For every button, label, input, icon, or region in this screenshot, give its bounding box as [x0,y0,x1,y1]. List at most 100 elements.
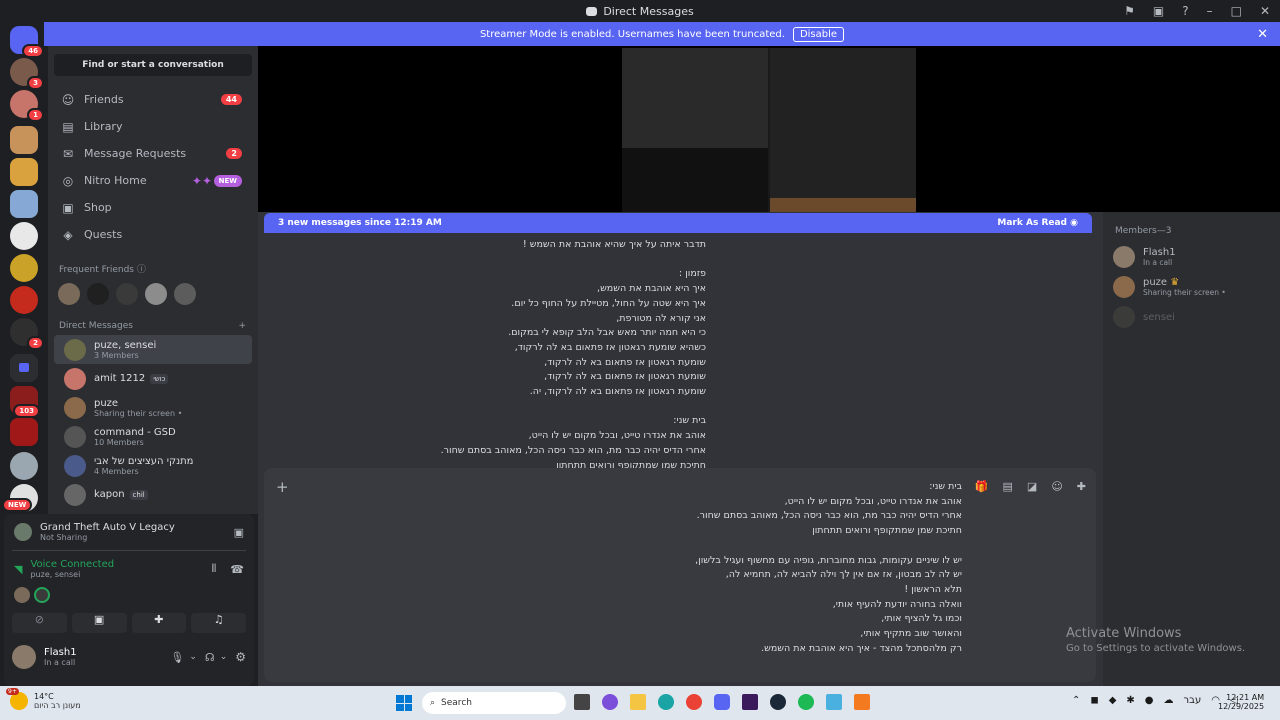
cloud-icon[interactable]: ☁ [1164,695,1174,706]
headphones-icon[interactable]: ☊ [205,651,215,664]
gif-icon[interactable]: ▤ [1003,480,1013,493]
member-avatar [1113,246,1135,268]
chevron-down-icon[interactable]: ⌄ [220,652,228,662]
server-icon-8[interactable]: 103 [10,386,40,418]
nav-library[interactable]: ▤ Library [48,113,258,140]
message-composer[interactable]: + 🎁 ▤ ◪ ☺ ✚ [264,468,1096,682]
disconnect-icon[interactable]: ☎ [230,563,244,576]
minimize-button[interactable]: – [1207,4,1213,18]
soundboard-button[interactable]: ♫ [191,613,246,633]
dm-avatar-1[interactable]: 3 [10,58,44,90]
server-icon-1[interactable] [10,126,38,154]
new-messages-bar[interactable]: 3 new messages since 12:19 AM Mark As Re… [264,213,1092,233]
member-item[interactable]: Flash1 In a call [1103,242,1280,272]
nav-shop[interactable]: ▣ Shop [48,194,258,221]
dm-item[interactable]: kapon chil [54,480,252,509]
member-name: puze [1143,277,1168,288]
chrome-icon[interactable] [686,694,702,710]
dm-item[interactable]: מתנקי העציצים של אבי 4 Members [54,451,252,480]
copilot-icon[interactable] [602,694,618,710]
folder-icon[interactable] [10,354,38,382]
participant-avatar[interactable] [14,587,30,603]
friends-icon: ☺ [61,92,75,107]
voice-status[interactable]: Voice Connected [30,559,114,570]
server-icon-3[interactable] [10,190,38,218]
message-line: אחרי הדיס יהיה כבר מת, הוא כבר ניסה הכל,… [440,444,706,456]
language-indicator[interactable]: עבר [1184,695,1202,706]
task-view-icon[interactable] [574,694,590,710]
mic-icon[interactable]: 🎙 [170,651,184,664]
server-icon-4[interactable] [10,222,38,250]
next-icon[interactable] [742,694,758,710]
dm-item[interactable]: puze Sharing their screen • [54,393,252,422]
server-icon-11[interactable]: NEW [2,484,38,512]
tray-app-icon[interactable]: ◼ [1090,695,1098,706]
server-icon-5[interactable] [10,254,38,282]
weather-widget[interactable]: 9+ 14°C מעונן רב היום [6,688,81,710]
settings-gear-icon[interactable]: ⚙ [235,650,246,664]
apps-icon[interactable]: ✚ [1077,480,1086,493]
attach-plus-icon[interactable]: + [276,478,289,496]
nav-friends[interactable]: ☺ Friends 44 [48,86,258,113]
inbox-icon[interactable]: ⚑ [1124,4,1135,18]
server-icon-9[interactable] [10,418,38,446]
sticker-icon[interactable]: ◪ [1027,480,1037,493]
server-icon-2[interactable] [10,158,38,186]
tray-color-icon[interactable]: ◆ [1109,695,1117,706]
user-avatar[interactable] [12,645,36,669]
friend-avatar[interactable] [87,283,109,305]
stream-view[interactable] [258,46,1280,212]
screen-share-button[interactable]: ▣ [71,613,127,633]
server-icon-10[interactable] [10,452,38,480]
gift-icon[interactable]: 🎁 [975,480,989,493]
nav-quests[interactable]: ◈ Quests [48,221,258,248]
help-icon[interactable]: ? [1182,4,1188,18]
orange-app-icon[interactable] [854,694,870,710]
camera-button[interactable]: ⊘ [12,613,67,633]
bluetooth-icon[interactable]: ✱ [1126,695,1134,706]
find-conversation-button[interactable]: Find or start a conversation [54,54,252,76]
close-window-button[interactable]: ✕ [1260,4,1270,18]
member-item[interactable]: sensei [1103,302,1280,332]
emoji-icon[interactable]: ☺ [1051,480,1062,493]
dm-item[interactable]: command - GSD 10 Members [54,422,252,451]
start-button[interactable] [396,695,412,711]
clock[interactable]: 12:21 AM 12/29/2025 [1218,693,1264,711]
spotify-icon[interactable] [798,694,814,710]
taskbar-search[interactable]: ⌕ Search [422,692,566,714]
screen-icon[interactable]: ▣ [1153,4,1164,18]
participant-avatar[interactable] [34,587,50,603]
nav-message-requests[interactable]: ✉ Message Requests 2 [48,140,258,167]
server-icon-7[interactable]: 2 [10,318,44,350]
file-explorer-icon[interactable] [630,694,646,710]
quests-icon: ◈ [63,227,73,242]
server-icon-6[interactable] [10,286,38,314]
maximize-button[interactable]: □ [1231,4,1242,18]
notepad-icon[interactable] [826,694,842,710]
discord-taskbar-icon[interactable] [714,694,730,710]
nav-nitro-home[interactable]: ◎ Nitro Home ✦✦ NEW [48,167,258,194]
edge-icon[interactable] [658,694,674,710]
disable-button[interactable]: Disable [792,26,845,42]
dm-avatar-2[interactable]: 1 [10,90,44,122]
dm-item[interactable]: amit 1212 כושי [54,364,252,393]
friend-avatar[interactable] [58,283,80,305]
mic-tray-icon[interactable]: ● [1145,695,1154,706]
member-item[interactable]: puze ♛ Sharing their screen • [1103,272,1280,302]
add-dm-icon[interactable]: + [238,321,246,331]
dm-item[interactable]: puze, sensei 3 Members [54,335,252,364]
friend-avatar[interactable] [174,283,196,305]
activities-button[interactable]: ✚ [131,613,187,633]
mark-as-read-button[interactable]: Mark As Read ◉ [997,218,1078,228]
steam-icon[interactable] [770,694,786,710]
home-button[interactable]: 46 [10,26,44,58]
close-banner-icon[interactable]: ✕ [1257,27,1268,42]
share-screen-icon[interactable]: ▣ [234,526,244,539]
friend-avatar[interactable] [145,283,167,305]
noise-suppression-icon[interactable]: ⦀ [211,562,216,576]
composer-input[interactable]: בית שני: אוהב את אנדרו טייט, ובכל מקום י… [690,480,962,656]
chevron-down-icon[interactable]: ⌄ [189,652,197,662]
clan-tag: chil [129,489,148,500]
tray-chevron-icon[interactable]: ⌃ [1072,695,1080,706]
friend-avatar[interactable] [116,283,138,305]
